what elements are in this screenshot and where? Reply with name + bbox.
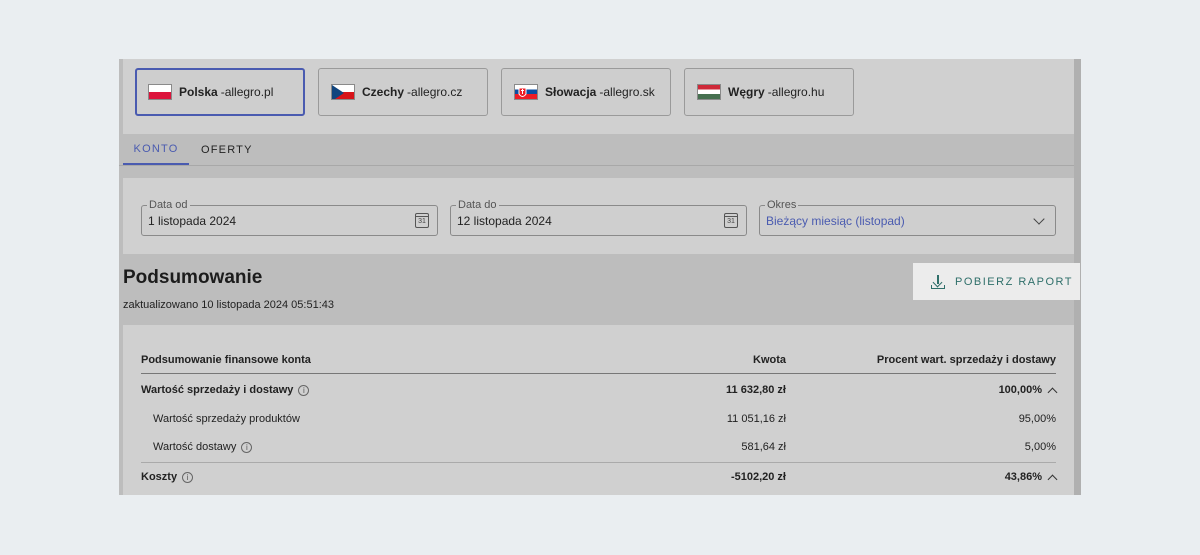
updated-timestamp: zaktualizowano 10 listopada 2024 05:51:4… (123, 299, 334, 311)
hu-flag-icon (697, 84, 721, 100)
row-label: Koszty (141, 471, 178, 483)
chevron-down-icon (1033, 213, 1045, 225)
row-amount: 11 051,16 zł (726, 413, 786, 425)
market-country: Polska (179, 85, 218, 99)
header-amount: Kwota (753, 354, 786, 366)
period-select[interactable]: Okres Bieżący miesiąc (listopad) (759, 199, 1056, 236)
row-amount: 581,64 zł (741, 441, 786, 453)
tab-bar: KONTO OFERTY (119, 134, 1074, 166)
row-percent: 95,00% (1018, 413, 1056, 425)
tab-oferty[interactable]: OFERTY (201, 134, 251, 165)
table-row[interactable]: Wartość sprzedaży i dostawy i 11 632,80 z… (141, 376, 1058, 405)
market-card-pl[interactable]: Polska - allegro.pl (135, 68, 305, 116)
table-row[interactable]: Koszty i -5102,20 zł 43,86% (141, 462, 1058, 491)
info-icon[interactable]: i (298, 384, 310, 396)
date-to-field[interactable]: Data do 12 listopada 2024 31 (450, 199, 747, 236)
market-domain: allegro.sk (603, 85, 655, 99)
download-icon (931, 274, 945, 289)
info-icon[interactable]: i (241, 441, 253, 453)
date-to-label: Data do (456, 199, 499, 211)
page-title: Podsumowanie (123, 267, 263, 288)
period-value: Bieżący miesiąc (listopad) (766, 214, 905, 228)
row-label: Wartość sprzedaży produktów (153, 413, 300, 425)
financial-summary-table: Podsumowanie finansowe konta Kwota Proce… (123, 325, 1074, 495)
date-from-value: 1 listopada 2024 (148, 214, 237, 228)
chevron-up-icon[interactable] (1047, 474, 1058, 484)
tab-konto[interactable]: KONTO (123, 134, 189, 165)
market-card-cz[interactable]: Czechy - allegro.cz (318, 68, 488, 116)
row-amount: 11 632,80 zł (726, 384, 786, 396)
date-from-field[interactable]: Data od 1 listopada 2024 31 (141, 199, 438, 236)
filters-panel: Data od 1 listopada 2024 31 Data do 12 l… (123, 178, 1074, 254)
row-percent: 100,00% (998, 384, 1042, 396)
row-percent: 43,86% (1004, 471, 1042, 483)
header-percent: Procent wart. sprzedaży i dostawy (876, 354, 1056, 366)
pl-flag-icon (148, 84, 172, 100)
market-domain: allegro.hu (771, 85, 825, 99)
market-country: Węgry (728, 85, 765, 99)
market-country: Słowacja (545, 85, 597, 99)
row-percent: 5,00% (1024, 441, 1056, 453)
calendar-icon[interactable]: 31 (724, 213, 738, 228)
header-name: Podsumowanie finansowe konta (141, 354, 311, 366)
period-label: Okres (765, 199, 799, 211)
row-label: Wartość dostawy (153, 441, 237, 453)
market-domain: allegro.cz (411, 85, 463, 99)
market-card-sk[interactable]: Słowacja - allegro.sk (501, 68, 671, 116)
table-row: Wartość dostawy i 581,64 zł 5,00% (141, 433, 1056, 462)
download-report-label: POBIERZ RAPORT (955, 275, 1073, 288)
app-frame: Polska - allegro.pl Czechy - allegro.cz … (119, 59, 1081, 495)
table-row: Wartość sprzedaży produktów 11 051,16 zł… (141, 405, 1056, 434)
cz-flag-icon (331, 84, 355, 100)
market-selector: Polska - allegro.pl Czechy - allegro.cz … (123, 59, 1074, 134)
chevron-up-icon[interactable] (1047, 387, 1058, 397)
row-amount: -5102,20 zł (730, 471, 786, 483)
row-label: Wartość sprzedaży i dostawy (141, 384, 294, 396)
market-domain: allegro.pl (224, 85, 274, 99)
market-card-hu[interactable]: Węgry - allegro.hu (684, 68, 854, 116)
date-to-value: 12 listopada 2024 (457, 214, 552, 228)
sk-flag-icon (514, 84, 538, 100)
calendar-icon[interactable]: 31 (415, 213, 429, 228)
market-country: Czechy (362, 85, 405, 99)
info-icon[interactable]: i (182, 471, 194, 483)
download-report-button[interactable]: POBIERZ RAPORT (913, 263, 1080, 300)
table-header: Podsumowanie finansowe konta Kwota Proce… (141, 352, 1056, 374)
date-from-label: Data od (147, 199, 190, 211)
